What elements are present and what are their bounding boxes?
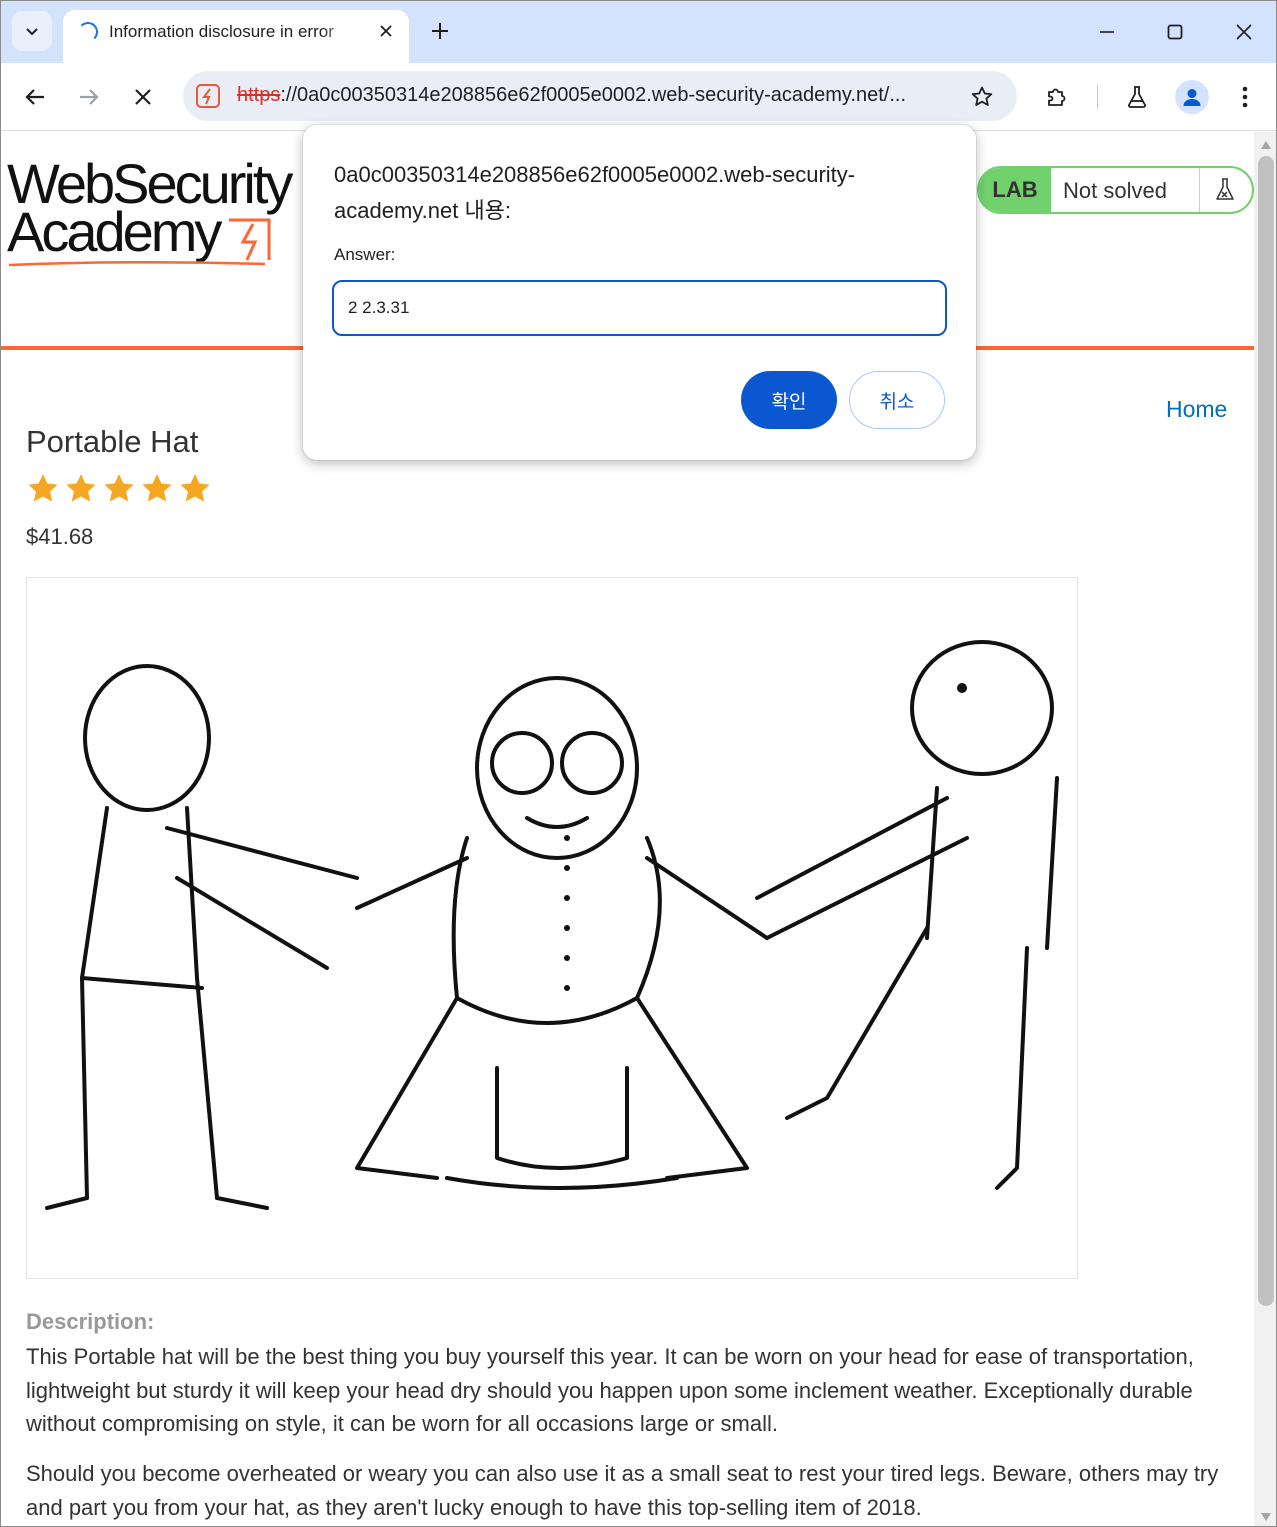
lab-status-widget: LAB Not solved bbox=[977, 166, 1254, 214]
url-scheme: https bbox=[237, 84, 281, 106]
arrow-right-icon bbox=[80, 89, 99, 105]
star-icon bbox=[28, 474, 58, 502]
bookmark-button[interactable] bbox=[967, 82, 997, 112]
star-icon bbox=[180, 474, 210, 502]
close-icon bbox=[135, 89, 151, 105]
scroll-down-icon[interactable] bbox=[1260, 1512, 1272, 1522]
description-paragraph-2: Should you become overheated or weary yo… bbox=[26, 1461, 1219, 1520]
maximize-icon bbox=[1167, 24, 1183, 40]
page-scrollbar[interactable] bbox=[1254, 132, 1276, 1526]
url-text[interactable]: https://0a0c00350314e208856e62f0005e0002… bbox=[237, 84, 952, 107]
dialog-answer-input[interactable] bbox=[332, 280, 947, 336]
minimize-button[interactable] bbox=[1087, 13, 1127, 51]
more-vertical-icon bbox=[1242, 86, 1248, 108]
prompt-dialog: 0a0c00350314e208856e62f0005e0002.web-sec… bbox=[303, 125, 976, 460]
browser-window: Information disclosure in error https://… bbox=[0, 0, 1277, 1527]
product-price: $41.68 bbox=[26, 524, 94, 549]
close-icon bbox=[380, 25, 392, 37]
browser-toolbar: https://0a0c00350314e208856e62f0005e0002… bbox=[1, 63, 1276, 131]
dialog-answer-label: Answer: bbox=[334, 245, 396, 264]
product-rating bbox=[26, 472, 212, 506]
tab-close-button[interactable] bbox=[373, 18, 399, 44]
not-secure-icon[interactable] bbox=[195, 83, 221, 109]
active-tab[interactable]: Information disclosure in error bbox=[63, 10, 409, 63]
star-icon bbox=[66, 474, 96, 502]
lab-status-divider bbox=[1199, 168, 1200, 212]
logo-bolt-icon bbox=[229, 218, 271, 261]
lab-badge: LAB bbox=[979, 168, 1051, 212]
logo-underline bbox=[8, 260, 266, 267]
star-outline-icon bbox=[971, 86, 993, 106]
tab-title: Information disclosure in error bbox=[109, 22, 334, 41]
cancel-button[interactable]: 취소 bbox=[849, 371, 945, 429]
minimize-icon bbox=[1100, 31, 1114, 33]
forward-button[interactable] bbox=[69, 77, 109, 117]
tab-search-button[interactable] bbox=[12, 11, 52, 51]
loading-spinner-icon bbox=[78, 22, 98, 42]
home-link[interactable]: Home bbox=[1166, 396, 1227, 423]
chevron-down-icon bbox=[26, 28, 38, 36]
maximize-button[interactable] bbox=[1155, 13, 1195, 51]
toolbar-divider bbox=[1097, 85, 1098, 109]
menu-button[interactable] bbox=[1225, 77, 1265, 117]
user-icon bbox=[1183, 89, 1201, 106]
stop-loading-button[interactable] bbox=[123, 77, 163, 117]
lab-flask-icon bbox=[1209, 174, 1241, 206]
star-icon bbox=[142, 474, 172, 502]
description-paragraph-1: This Portable hat will be the best thing… bbox=[26, 1344, 1194, 1436]
new-tab-button[interactable] bbox=[425, 16, 455, 46]
arrow-left-icon bbox=[25, 89, 44, 105]
site-logo[interactable]: WebSecurity Academy bbox=[7, 156, 307, 275]
lab-status-text: Not solved bbox=[1063, 178, 1167, 203]
product-title: Portable Hat bbox=[26, 424, 199, 459]
scroll-up-icon[interactable] bbox=[1260, 140, 1272, 150]
tab-strip: Information disclosure in error bbox=[1, 1, 1276, 63]
product-image bbox=[26, 577, 1078, 1279]
url-rest: ://0a0c00350314e208856e62f0005e0002.web-… bbox=[280, 84, 907, 106]
close-icon bbox=[1236, 24, 1252, 40]
product-illustration bbox=[45, 640, 1059, 1210]
back-button[interactable] bbox=[15, 77, 55, 117]
plus-icon bbox=[432, 23, 448, 39]
address-bar[interactable]: https://0a0c00350314e208856e62f0005e0002… bbox=[183, 71, 1017, 121]
labs-button[interactable] bbox=[1117, 77, 1157, 117]
dialog-message: 0a0c00350314e208856e62f0005e0002.web-sec… bbox=[334, 162, 856, 223]
close-window-button[interactable] bbox=[1224, 13, 1264, 51]
extensions-button[interactable] bbox=[1037, 77, 1077, 117]
description-label: Description: bbox=[26, 1309, 155, 1334]
scrollbar-thumb[interactable] bbox=[1258, 156, 1274, 1306]
flask-icon bbox=[1128, 86, 1146, 108]
star-icon bbox=[104, 474, 134, 502]
ok-button[interactable]: 확인 bbox=[741, 371, 837, 429]
puzzle-icon bbox=[1048, 88, 1066, 106]
profile-button[interactable] bbox=[1175, 80, 1209, 114]
